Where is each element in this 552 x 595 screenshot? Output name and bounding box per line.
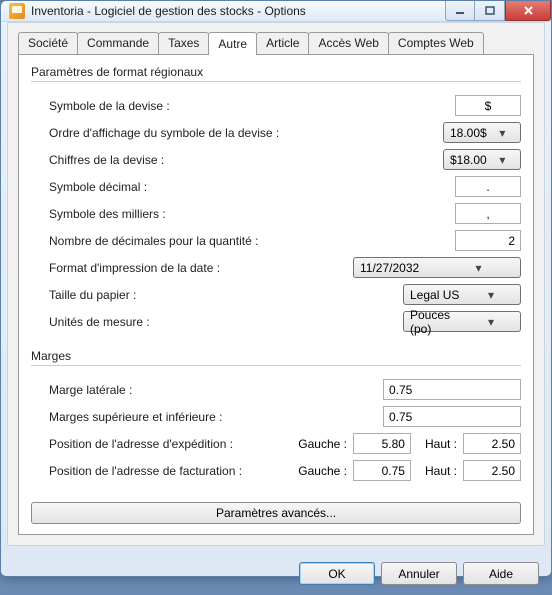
divider [31,365,521,366]
options-window: Inventoria - Logiciel de gestion des sto… [0,0,552,577]
group-margins: Marges Marge latérale : Marges supérieur… [31,349,521,484]
content-area: Société Commande Taxes Autre Article Acc… [7,22,545,546]
chevron-down-icon: ▾ [487,126,518,140]
select-units[interactable]: Pouces (po) ▾ [403,311,521,332]
label-left: Gauche : [298,464,347,478]
input-ship-left[interactable] [353,433,411,454]
select-date-format-value: 11/27/2032 [360,261,439,275]
label-qty-decimals: Nombre de décimales pour la quantité : [49,234,455,248]
app-icon [9,3,25,19]
label-currency-digits: Chiffres de la devise : [49,153,443,167]
select-currency-digits-value: $18.00 [450,153,487,167]
close-button[interactable] [505,1,551,21]
chevron-down-icon: ▾ [464,288,518,302]
label-date-format: Format d'impression de la date : [49,261,353,275]
chevron-down-icon: ▾ [464,315,518,329]
chevron-down-icon: ▾ [487,153,518,167]
maximize-button[interactable] [475,1,505,21]
tab-article[interactable]: Article [256,32,309,55]
select-currency-digits[interactable]: $18.00 ▾ [443,149,521,170]
dialog-footer: OK Annuler Aide [1,552,551,595]
input-topbot-margin[interactable] [383,406,521,427]
tab-acces-web[interactable]: Accès Web [308,32,388,55]
label-bill-addr-pos: Position de l'adresse de facturation : [49,464,298,478]
window-controls [445,1,551,21]
window-title: Inventoria - Logiciel de gestion des sto… [31,4,445,18]
label-currency-order: Ordre d'affichage du symbole de la devis… [49,126,443,140]
input-bill-top[interactable] [463,460,521,481]
select-paper-size[interactable]: Legal US ▾ [403,284,521,305]
select-currency-order[interactable]: 18.00$ ▾ [443,122,521,143]
label-thousand-symbol: Symbole des milliers : [49,207,455,221]
label-top: Haut : [425,464,457,478]
titlebar: Inventoria - Logiciel de gestion des sto… [1,1,551,22]
chevron-down-icon: ▾ [439,261,518,275]
label-topbot-margin: Marges supérieure et inférieure : [49,410,383,424]
label-ship-addr-pos: Position de l'adresse d'expédition : [49,437,298,451]
tab-autre[interactable]: Autre [208,32,257,55]
label-paper-size: Taille du papier : [49,288,403,302]
label-units: Unités de mesure : [49,315,403,329]
tab-societe[interactable]: Société [18,32,78,55]
help-button[interactable]: Aide [463,562,539,585]
input-currency-symbol[interactable] [455,95,521,116]
label-left: Gauche : [298,437,347,451]
select-units-value: Pouces (po) [410,308,464,336]
advanced-settings-button[interactable]: Paramètres avancés... [31,502,521,524]
input-decimal-symbol[interactable] [455,176,521,197]
select-paper-size-value: Legal US [410,288,464,302]
input-thousand-symbol[interactable] [455,203,521,224]
tab-comptes-web[interactable]: Comptes Web [388,32,484,55]
ok-button[interactable]: OK [299,562,375,585]
label-currency-symbol: Symbole de la devise : [49,99,455,113]
group-margins-legend: Marges [31,349,521,363]
label-top: Haut : [425,437,457,451]
input-qty-decimals[interactable] [455,230,521,251]
divider [31,81,521,82]
label-decimal-symbol: Symbole décimal : [49,180,455,194]
input-ship-top[interactable] [463,433,521,454]
input-bill-left[interactable] [353,460,411,481]
tab-commande[interactable]: Commande [77,32,159,55]
label-side-margin: Marge latérale : [49,383,383,397]
select-date-format[interactable]: 11/27/2032 ▾ [353,257,521,278]
tab-bar: Société Commande Taxes Autre Article Acc… [18,32,534,55]
tab-taxes[interactable]: Taxes [158,32,209,55]
tab-panel-autre: Paramètres de format régionaux Symbole d… [18,54,534,535]
cancel-button[interactable]: Annuler [381,562,457,585]
input-side-margin[interactable] [383,379,521,400]
group-regional-legend: Paramètres de format régionaux [31,65,521,79]
select-currency-order-value: 18.00$ [450,126,487,140]
group-regional: Paramètres de format régionaux Symbole d… [31,65,521,335]
minimize-button[interactable] [445,1,475,21]
